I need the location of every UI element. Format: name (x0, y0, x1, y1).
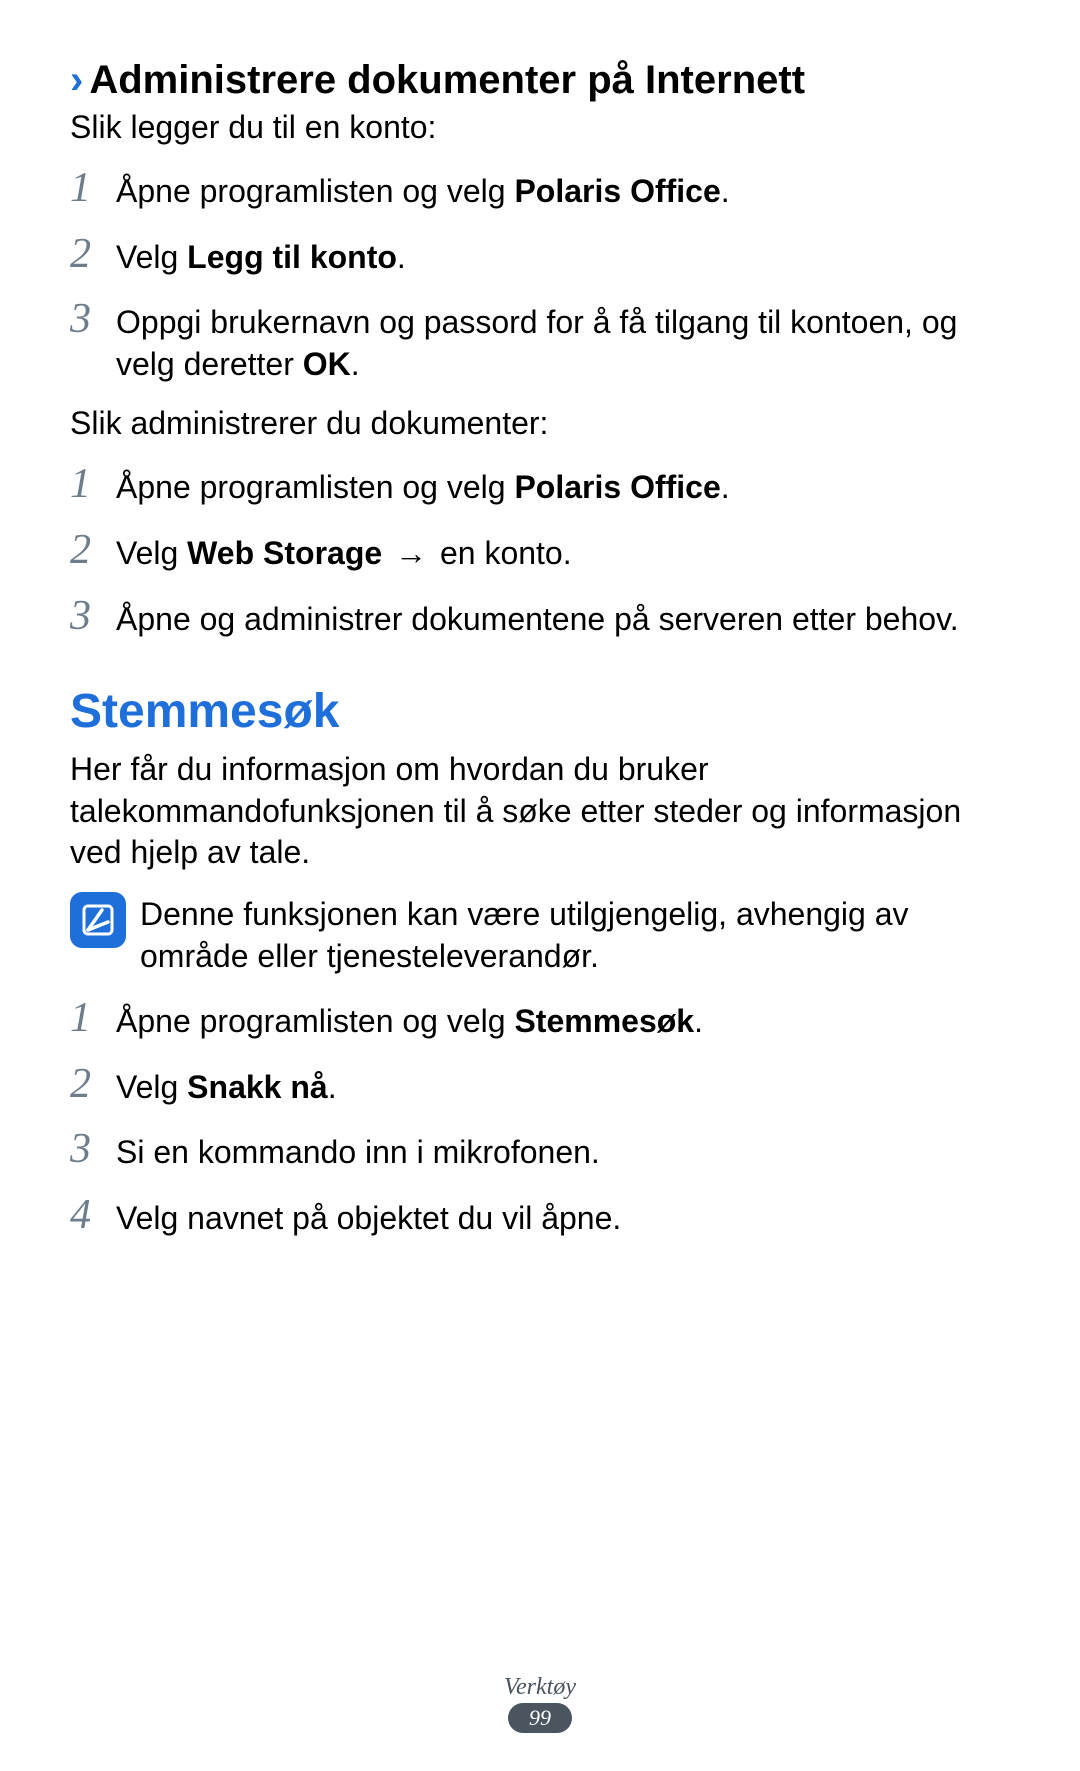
step-text: Åpne programlisten og velg Stemmesøk. (116, 995, 703, 1043)
page-number-badge: 99 (508, 1703, 572, 1733)
step-text: Velg Web Storage → en konto. (116, 527, 572, 575)
manual-page: › Administrere dokumenter på Internett S… (0, 0, 1080, 1771)
intro-manage-docs: Slik administrerer du dokumenter: (70, 403, 1010, 443)
list-item: 2 Velg Legg til konto. (70, 231, 1010, 279)
voice-search-description: Her får du informasjon om hvordan du bru… (70, 749, 1010, 874)
note-block: Denne funksjonen kan være utilgjengelig,… (70, 892, 1010, 977)
step-number: 2 (70, 231, 116, 275)
arrow-right-icon: → (382, 535, 440, 571)
step-number: 3 (70, 1126, 116, 1170)
step-text: Si en kommando inn i mikrofonen. (116, 1126, 600, 1174)
step-text: Velg navnet på objektet du vil åpne. (116, 1192, 621, 1240)
section-title-voice-search: Stemmesøk (70, 684, 1010, 739)
step-number: 3 (70, 296, 116, 340)
chevron-right-icon: › (70, 58, 83, 103)
note-text: Denne funksjonen kan være utilgjengelig,… (140, 892, 1010, 977)
list-item: 3 Åpne og administrer dokumentene på ser… (70, 593, 1010, 641)
steps-voice-search: 1 Åpne programlisten og velg Stemmesøk. … (70, 995, 1010, 1239)
step-text: Åpne og administrer dokumentene på serve… (116, 593, 959, 641)
list-item: 2 Velg Web Storage → en konto. (70, 527, 1010, 575)
list-item: 1 Åpne programlisten og velg Polaris Off… (70, 165, 1010, 213)
list-item: 2 Velg Snakk nå. (70, 1061, 1010, 1109)
step-text: Åpne programlisten og velg Polaris Offic… (116, 461, 730, 509)
list-item: 3 Oppgi brukernavn og passord for å få t… (70, 296, 1010, 385)
step-number: 1 (70, 165, 116, 209)
step-number: 2 (70, 527, 116, 571)
subheading-admin-docs: › Administrere dokumenter på Internett (70, 58, 1010, 103)
steps-manage-docs: 1 Åpne programlisten og velg Polaris Off… (70, 461, 1010, 640)
step-text: Velg Snakk nå. (116, 1061, 337, 1109)
steps-add-account: 1 Åpne programlisten og velg Polaris Off… (70, 165, 1010, 385)
step-number: 4 (70, 1192, 116, 1236)
step-number: 3 (70, 593, 116, 637)
list-item: 4 Velg navnet på objektet du vil åpne. (70, 1192, 1010, 1240)
subheading-text: Administrere dokumenter på Internett (89, 58, 805, 103)
page-footer: Verktøy 99 (0, 1674, 1080, 1733)
note-icon (70, 892, 126, 948)
list-item: 3 Si en kommando inn i mikrofonen. (70, 1126, 1010, 1174)
step-number: 1 (70, 995, 116, 1039)
step-number: 1 (70, 461, 116, 505)
step-text: Velg Legg til konto. (116, 231, 406, 279)
footer-chapter: Verktøy (0, 1674, 1080, 1701)
step-text: Oppgi brukernavn og passord for å få til… (116, 296, 1010, 385)
list-item: 1 Åpne programlisten og velg Stemmesøk. (70, 995, 1010, 1043)
step-number: 2 (70, 1061, 116, 1105)
step-text: Åpne programlisten og velg Polaris Offic… (116, 165, 730, 213)
list-item: 1 Åpne programlisten og velg Polaris Off… (70, 461, 1010, 509)
intro-add-account: Slik legger du til en konto: (70, 107, 1010, 147)
